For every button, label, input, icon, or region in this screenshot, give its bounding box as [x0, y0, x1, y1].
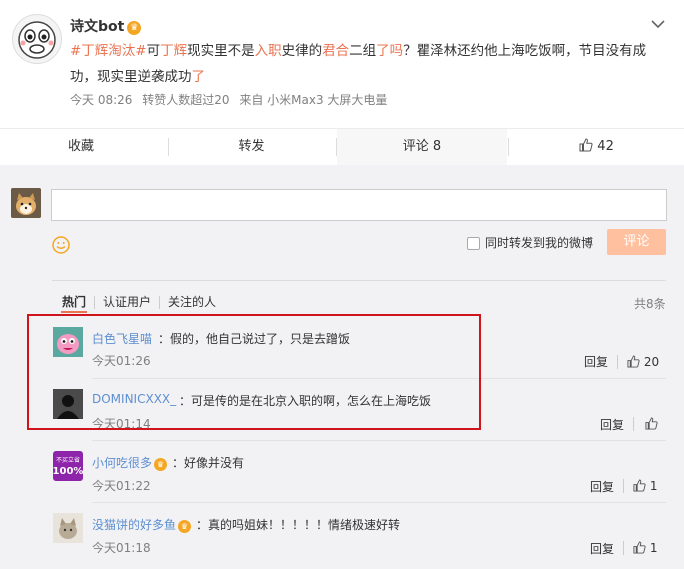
- post-username[interactable]: 诗文bot ♛: [70, 16, 142, 36]
- post-content-text: 现实里不是: [187, 43, 255, 59]
- comment-like-button[interactable]: 1: [633, 541, 657, 555]
- cat-icon: [53, 513, 83, 543]
- reply-button[interactable]: 回复: [590, 540, 614, 557]
- commenter-name[interactable]: 小何吃很多 ♛: [92, 454, 168, 471]
- my-avatar[interactable]: [11, 188, 41, 218]
- post-action-bar: 收藏 转发 评论 8 42: [0, 128, 684, 166]
- thumbs-up-icon: [579, 138, 593, 152]
- comment-like-count: 1: [649, 541, 658, 555]
- reply-button[interactable]: 回复: [584, 353, 608, 370]
- divider: [633, 417, 634, 431]
- comment-like-button[interactable]: 1: [633, 479, 657, 493]
- meme-face-icon: [18, 21, 56, 59]
- thumbs-up-icon: [633, 479, 646, 492]
- repost-checkbox-label: 同时转发到我的微博: [485, 236, 594, 250]
- post-content-link[interactable]: 丁辉: [160, 43, 187, 59]
- comment-divider: [92, 440, 666, 441]
- medal-badge-icon: ♛: [154, 458, 168, 471]
- comment-like-count: 1: [649, 479, 658, 493]
- like-count: 42: [597, 139, 614, 154]
- commenter-name-text[interactable]: 没猫饼的好多鱼: [92, 518, 176, 532]
- thumbs-up-icon: [627, 355, 640, 368]
- post-content-link[interactable]: 入职: [255, 43, 282, 59]
- divider: [623, 541, 624, 555]
- highlight-annotation-box: [27, 314, 481, 430]
- comment-like-count: 20: [643, 355, 660, 369]
- vip-badge-icon: ♛: [127, 21, 142, 35]
- thumbs-up-icon: [633, 541, 646, 554]
- tab-hot[interactable]: 热门: [62, 296, 94, 309]
- comment-like-button[interactable]: [645, 417, 658, 431]
- repost-label: 转发: [238, 139, 265, 154]
- chevron-down-icon[interactable]: [650, 16, 666, 32]
- post-repost-info: 转赞人数超过20: [142, 93, 230, 107]
- post-username-text[interactable]: 诗文bot: [70, 19, 124, 35]
- emoji-icon[interactable]: [52, 236, 70, 254]
- comment-total-count: 共8条: [634, 297, 666, 311]
- avatar-text-top: 不买立省: [56, 456, 80, 464]
- active-tab-indicator: [61, 311, 87, 313]
- thumbs-up-icon: [645, 417, 658, 430]
- comment-text: ：好像并没有: [172, 456, 245, 470]
- favorite-label: 收藏: [67, 139, 94, 154]
- post-content-link[interactable]: 了: [192, 69, 206, 85]
- tab-verified-users[interactable]: 认证用户: [94, 296, 159, 309]
- tab-following[interactable]: 关注的人: [159, 296, 224, 309]
- comment-time: 今天01:22: [92, 479, 151, 493]
- post-time[interactable]: 今天 08:26: [70, 93, 132, 107]
- post-content-link[interactable]: #丁辉淘汰#: [70, 43, 147, 59]
- avatar-text-bottom: 100%: [53, 466, 83, 477]
- post-content: #丁辉淘汰#可丁辉现实里不是入职史律的君合二组了吗？瞿泽林还约他上海吃饭啊，节目…: [70, 38, 670, 90]
- comment-text: ：真的吗姐妹！！！！！情绪极速好转: [196, 518, 401, 532]
- comment-like-button[interactable]: 20: [627, 355, 659, 369]
- reply-button[interactable]: 回复: [590, 478, 614, 495]
- comment-input[interactable]: [51, 189, 667, 221]
- divider: [52, 280, 666, 281]
- post-source[interactable]: 来自 小米Max3 大屏大电量: [239, 93, 387, 107]
- shiba-dog-icon: [11, 188, 41, 218]
- post-content-link[interactable]: 君合: [322, 43, 349, 59]
- submit-comment-button[interactable]: 评论: [607, 229, 666, 255]
- post-meta: 今天 08:26 转赞人数超过20 来自 小米Max3 大屏大电量: [70, 91, 393, 108]
- repost-checkbox[interactable]: [467, 237, 480, 250]
- post-content-link[interactable]: 了吗: [376, 43, 403, 59]
- favorite-button[interactable]: 收藏: [0, 129, 162, 165]
- comment-time: 今天01:18: [92, 541, 151, 555]
- post-content-text: 可: [146, 43, 161, 59]
- commenter-name-text[interactable]: 小何吃很多: [92, 456, 152, 470]
- divider: [623, 479, 624, 493]
- like-button[interactable]: 42: [509, 129, 684, 165]
- post-content-text: 二组: [349, 43, 377, 59]
- commenter-avatar[interactable]: 不买立省 100%: [53, 451, 83, 481]
- medal-badge-icon: ♛: [178, 520, 192, 533]
- post-author-avatar[interactable]: [12, 14, 62, 64]
- comment-divider: [92, 502, 666, 503]
- commenter-avatar[interactable]: [53, 513, 83, 543]
- commenter-name[interactable]: 没猫饼的好多鱼 ♛: [92, 516, 192, 533]
- divider: [617, 355, 618, 369]
- comment-filter-tabs: 热门 认证用户 关注的人: [62, 295, 224, 309]
- post-content-text: 史律的: [281, 43, 323, 59]
- purple-badge-avatar: 不买立省 100%: [53, 451, 83, 481]
- repost-button[interactable]: 转发: [169, 129, 334, 165]
- comment-button[interactable]: 评论 8: [337, 129, 507, 165]
- reply-button[interactable]: 回复: [600, 416, 624, 433]
- comment-label: 评论 8: [402, 139, 442, 154]
